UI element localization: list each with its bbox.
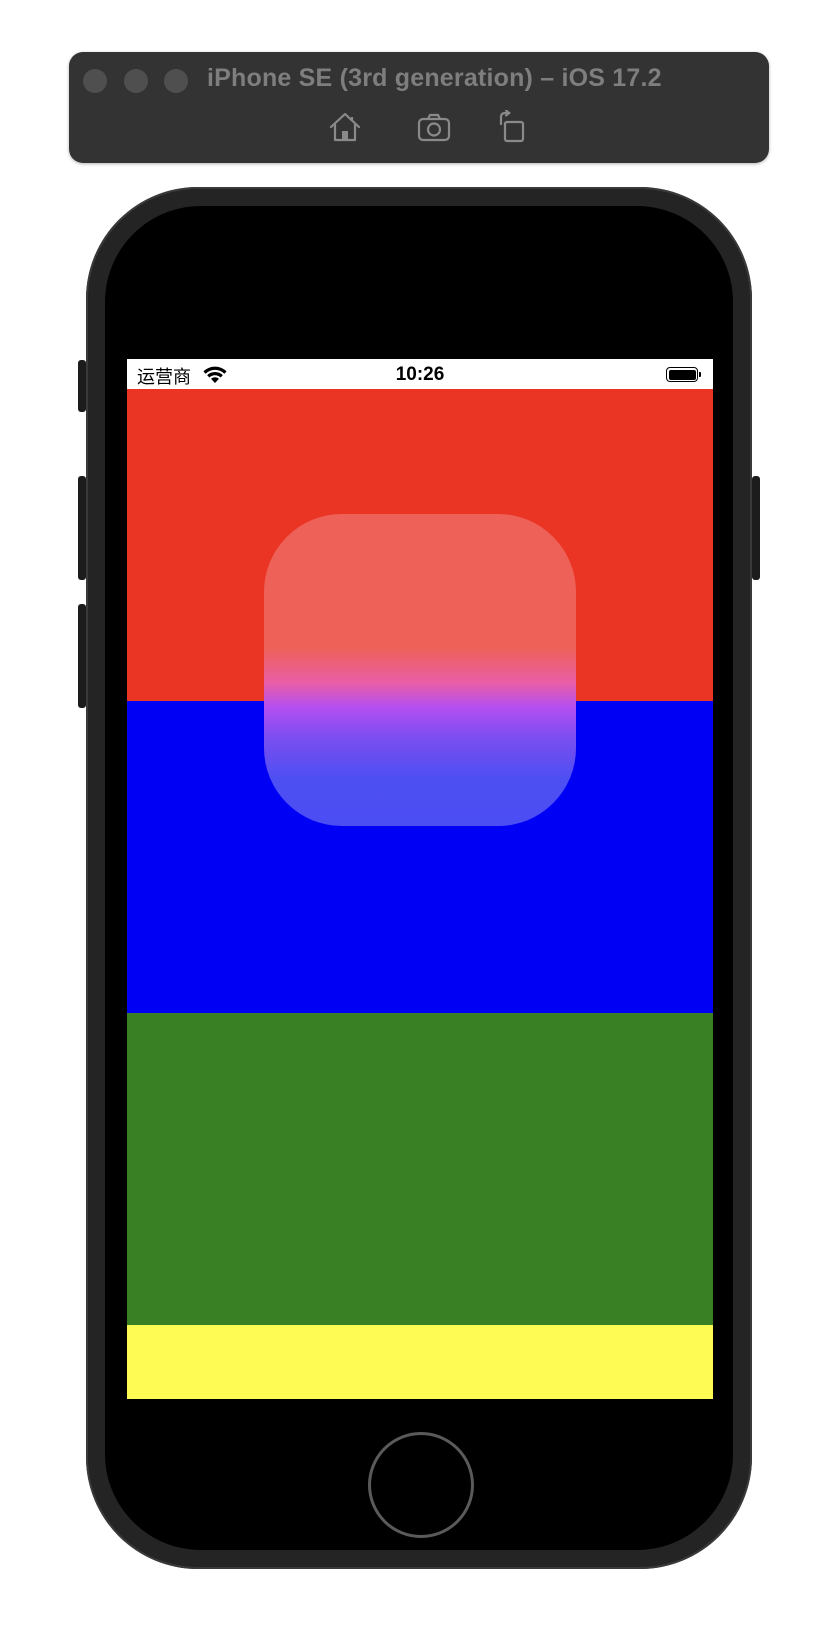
yellow-view xyxy=(127,1325,713,1399)
device-screen: 运营商 10:26 xyxy=(127,359,713,1399)
volume-up-button xyxy=(78,476,86,580)
simulator-title: iPhone SE (3rd generation) – iOS 17.2 xyxy=(207,64,662,92)
green-view xyxy=(127,1013,713,1325)
camera-icon[interactable] xyxy=(416,110,452,144)
status-bar: 运营商 10:26 xyxy=(127,359,713,389)
battery-icon xyxy=(666,367,698,382)
home-icon[interactable] xyxy=(327,110,363,144)
translucent-rounded-card xyxy=(264,514,576,826)
volume-down-button xyxy=(78,604,86,708)
simulator-window: iPhone SE (3rd generation) – iOS 17.2 运营… xyxy=(0,0,834,1648)
status-time: 10:26 xyxy=(395,364,445,385)
zoom-window-button[interactable] xyxy=(164,69,188,93)
ring-switch xyxy=(78,360,86,412)
simulator-title-bar: iPhone SE (3rd generation) – iOS 17.2 xyxy=(69,52,769,163)
home-button[interactable] xyxy=(368,1432,474,1538)
minimize-window-button[interactable] xyxy=(124,69,148,93)
power-button xyxy=(752,476,760,580)
rotate-icon[interactable] xyxy=(495,110,531,144)
battery-tip xyxy=(699,372,701,377)
close-window-button[interactable] xyxy=(83,69,107,93)
